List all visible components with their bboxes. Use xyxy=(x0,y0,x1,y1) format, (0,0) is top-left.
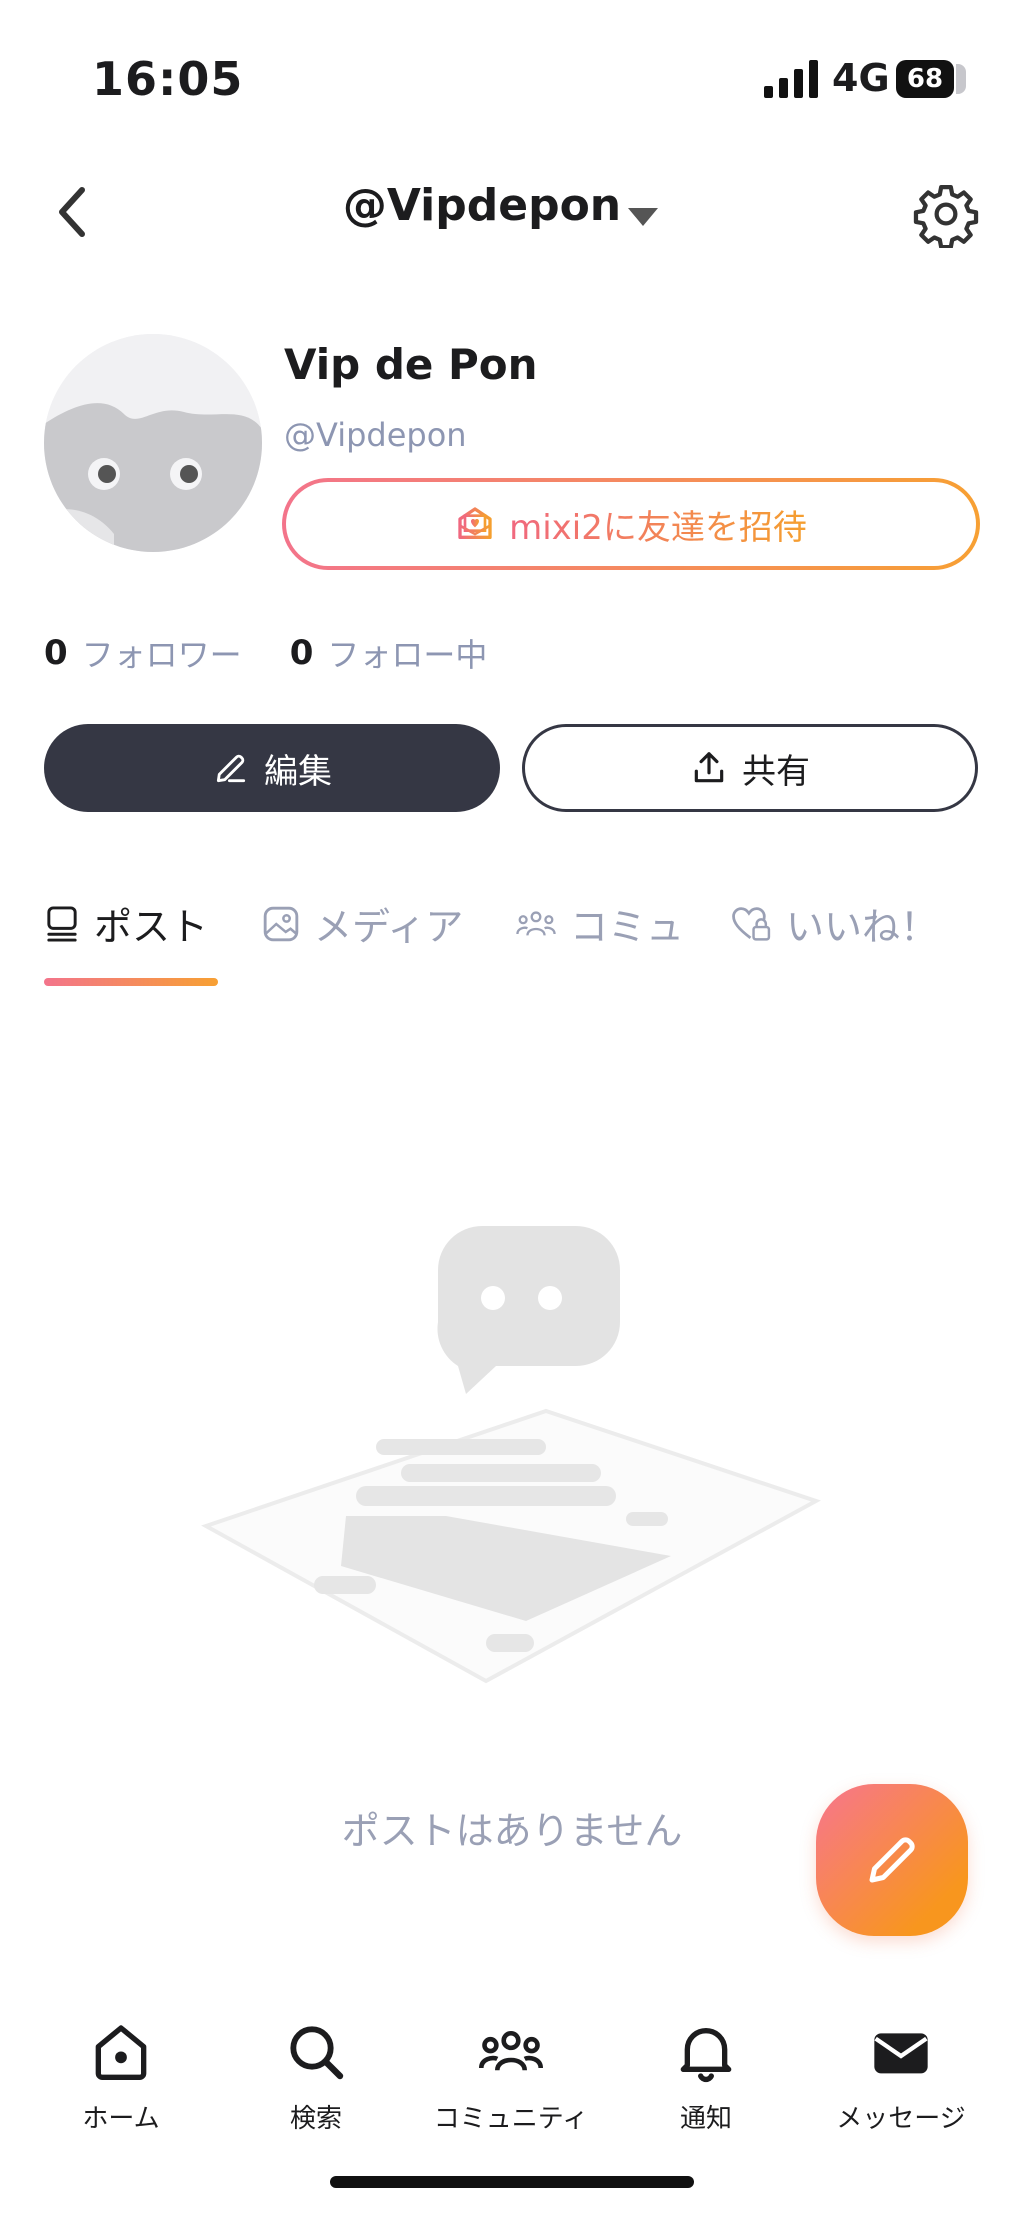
nav-label-notifications: 通知 xyxy=(679,2104,732,2134)
nav-notifications[interactable]: 通知 xyxy=(611,2020,801,2135)
following-count[interactable]: 0 xyxy=(290,633,314,673)
pencil-icon xyxy=(216,754,246,783)
status-time: 16:05 xyxy=(92,52,244,106)
chevron-down-icon[interactable] xyxy=(628,208,658,226)
empty-state-illustration xyxy=(196,1226,836,1696)
invite-mail-icon xyxy=(458,507,492,539)
avatar[interactable] xyxy=(44,334,262,552)
user-handle: @Vipdepon xyxy=(284,416,467,454)
mail-icon xyxy=(874,2033,928,2074)
compose-post-button[interactable] xyxy=(816,1784,968,1936)
tab-label-media: メディア xyxy=(314,905,464,949)
account-switcher[interactable]: @Vipdepon xyxy=(0,180,1024,231)
following-label[interactable]: フォロー中 xyxy=(327,630,487,676)
tab-label-likes: いいね！ xyxy=(786,905,939,949)
tab-likes[interactable]: いいね！ xyxy=(732,896,938,951)
pencil-icon xyxy=(869,1837,915,1883)
like-lock-icon xyxy=(732,906,771,941)
followers-label[interactable]: フォロワー xyxy=(82,630,242,676)
gear-icon xyxy=(913,184,979,248)
share-upload-icon xyxy=(694,752,724,783)
community-icon xyxy=(516,910,556,936)
follow-stats: 0 フォロワー 0 フォロー中 xyxy=(44,630,535,676)
nav-search[interactable]: 検索 xyxy=(221,2020,411,2135)
followers-count[interactable]: 0 xyxy=(44,633,68,673)
nav-messages[interactable]: メッセージ xyxy=(806,2020,996,2135)
invite-friends-button[interactable]: mixi2に友達を招待 xyxy=(286,482,976,566)
tab-media[interactable]: メディア xyxy=(262,896,463,951)
nav-home[interactable]: ホーム xyxy=(26,2020,216,2135)
tab-posts[interactable]: ポスト xyxy=(44,896,208,951)
home-icon xyxy=(95,2025,147,2080)
tab-label-posts: ポスト xyxy=(94,905,209,949)
display-name: Vip de Pon xyxy=(284,340,538,389)
nav-label-messages: メッセージ xyxy=(836,2104,966,2134)
battery-level: 68 xyxy=(896,60,954,98)
tab-community[interactable]: コミュ xyxy=(516,896,684,951)
tab-label-community: コミュ xyxy=(570,905,685,949)
search-icon xyxy=(290,2026,344,2080)
share-profile-button[interactable]: 共有 xyxy=(522,724,978,812)
bell-icon xyxy=(680,2028,732,2083)
settings-button[interactable] xyxy=(912,180,980,248)
community-icon xyxy=(479,2030,543,2071)
edit-label: 編集 xyxy=(264,751,332,792)
nav-community[interactable]: コミュニティ xyxy=(416,2020,606,2135)
home-indicator[interactable] xyxy=(330,2176,694,2188)
share-label: 共有 xyxy=(742,751,810,792)
nav-label-community: コミュニティ xyxy=(433,2104,589,2134)
active-tab-indicator xyxy=(44,978,218,986)
media-icon xyxy=(263,906,299,941)
signal-icon xyxy=(764,60,820,98)
header-username: @Vipdepon xyxy=(342,180,622,231)
battery-icon: 68 xyxy=(896,60,968,98)
nav-label-search: 検索 xyxy=(289,2104,342,2134)
posts-icon xyxy=(47,905,77,942)
nav-label-home: ホーム xyxy=(82,2104,160,2134)
invite-label: mixi2に友達を招待 xyxy=(509,500,807,549)
edit-profile-button[interactable]: 編集 xyxy=(44,724,500,812)
network-type: 4G xyxy=(832,56,890,100)
